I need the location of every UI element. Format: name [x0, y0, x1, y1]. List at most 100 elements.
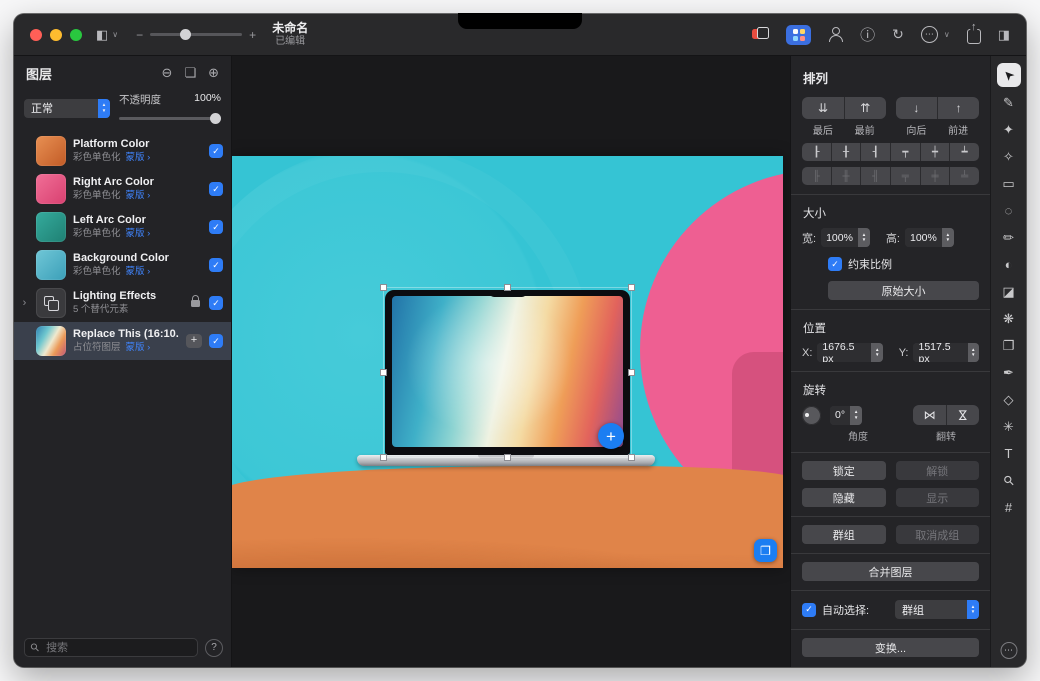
magic-wand-tool[interactable]: ✦ [997, 117, 1021, 141]
flip-vertical-button[interactable]: ⋈ [946, 405, 979, 425]
transform-button[interactable]: 变换... [802, 638, 979, 657]
more-tools-icon[interactable]: ⋯ [1000, 642, 1017, 659]
width-stepper[interactable]: 100% ▲▼ [821, 228, 870, 247]
unlock-button[interactable]: 解锁 [896, 461, 980, 480]
color-adjust-tool[interactable]: ◐ [997, 252, 1021, 276]
text-tool[interactable]: T [997, 441, 1021, 465]
bring-forward-button[interactable]: ↑ [937, 97, 979, 119]
disclosure-chevron-icon[interactable]: › [20, 297, 29, 309]
layer-mask-link[interactable]: 蒙版 › [126, 342, 151, 353]
blend-mode-dropdown[interactable]: 正常 ▲▼ [24, 99, 110, 118]
lock-button[interactable]: 锁定 [802, 461, 886, 480]
distribute-button-3[interactable]: ╤ [890, 167, 920, 185]
close-button[interactable] [30, 29, 42, 41]
zoom-in-icon[interactable]: + [249, 28, 256, 42]
layer-row[interactable]: Replace This (16:10... 占位符图层蒙版 › + ✓ [14, 322, 231, 360]
layer-visibility-checkbox[interactable]: ✓ [209, 220, 223, 234]
layer-visibility-checkbox[interactable]: ✓ [209, 182, 223, 196]
canvas[interactable]: + ❐ [232, 56, 790, 667]
layer-mask-link[interactable]: 蒙版 › [126, 190, 151, 201]
search-input[interactable] [44, 641, 191, 655]
paint-tool[interactable]: ✏ [997, 225, 1021, 249]
ungroup-button[interactable]: 取消成组 [896, 525, 980, 544]
selection-handle[interactable] [504, 454, 511, 461]
templates-grid-icon[interactable] [786, 25, 811, 45]
autoselect-checkbox[interactable]: ✓ [802, 603, 816, 617]
height-stepper[interactable]: 100% ▲▼ [905, 228, 954, 247]
arrange-tool[interactable]: ➤ [997, 63, 1021, 87]
rotate-icon[interactable]: ↻ [892, 26, 904, 43]
angle-dial[interactable] [802, 406, 821, 425]
layer-row[interactable]: Right Arc Color 彩色单色化蒙版 › ✓ [14, 170, 231, 208]
layer-add-button[interactable]: + [186, 334, 202, 348]
help-icon[interactable]: ? [205, 639, 223, 657]
selection-handle[interactable] [628, 369, 635, 376]
ellipsis-icon[interactable]: ⋯ [921, 26, 938, 43]
layer-row[interactable]: Background Color 彩色单色化蒙版 › ✓ [14, 246, 231, 284]
more-menu[interactable]: ⋯ ∨ [921, 26, 950, 43]
selection-handle[interactable] [504, 284, 511, 291]
selection-handle[interactable] [380, 284, 387, 291]
clone-tool[interactable]: ❐ [997, 333, 1021, 357]
layer-visibility-checkbox[interactable]: ✓ [209, 334, 223, 348]
layer-visibility-checkbox[interactable]: ✓ [209, 296, 223, 310]
pen-tool[interactable]: ✒ [997, 360, 1021, 384]
info-icon[interactable]: ⓘ [860, 24, 875, 45]
constrain-checkbox[interactable]: ✓ [828, 257, 842, 271]
bring-to-front-button[interactable]: ⇈ [844, 97, 886, 119]
layer-row[interactable]: Platform Color 彩色单色化蒙版 › ✓ [14, 132, 231, 170]
retouch-tool[interactable]: ❋ [997, 306, 1021, 330]
stepper-arrows-icon[interactable]: ▲▼ [968, 343, 979, 362]
zoom-slider-knob[interactable] [180, 29, 191, 40]
distribute-button-0[interactable]: ╟ [802, 167, 831, 185]
align-button-5[interactable]: ┷ [949, 143, 979, 161]
stepper-arrows-icon[interactable]: ▲▼ [967, 600, 979, 619]
distribute-button-4[interactable]: ╪ [920, 167, 950, 185]
zoom-out-icon[interactable]: − [136, 28, 143, 42]
merge-layers-button[interactable]: 合并图层 [802, 562, 979, 581]
zoom-window-button[interactable] [70, 29, 82, 41]
selection-handle[interactable] [628, 284, 635, 291]
share-icon[interactable]: ↑ [967, 29, 981, 44]
rect-select-tool[interactable]: ▭ [997, 171, 1021, 195]
crop-tool[interactable]: # [997, 495, 1021, 519]
selection-box[interactable] [383, 287, 632, 458]
search-field[interactable]: ⚲ [24, 638, 198, 657]
panel-toggle-icon[interactable]: ◨ [998, 28, 1010, 41]
align-button-4[interactable]: ┿ [920, 143, 950, 161]
selection-handle[interactable] [380, 369, 387, 376]
color-swatches-icon[interactable] [752, 27, 769, 42]
align-button-0[interactable]: ┠ [802, 143, 831, 161]
layer-row[interactable]: › Lighting Effects 5 个替代元素 ✓ [14, 284, 231, 322]
stepper-arrows-icon[interactable]: ▲▼ [942, 228, 954, 247]
layer-mask-link[interactable]: 蒙版 › [126, 266, 151, 277]
distribute-button-5[interactable]: ╧ [949, 167, 979, 185]
layer-visibility-checkbox[interactable]: ✓ [209, 258, 223, 272]
add-layer-icon[interactable]: ⊕ [208, 65, 219, 81]
selection-handle[interactable] [380, 454, 387, 461]
chevron-down-icon[interactable]: ∨ [112, 30, 118, 39]
group-button[interactable]: 群组 [802, 525, 886, 544]
remove-layer-icon[interactable]: ⊖ [162, 65, 173, 81]
x-stepper[interactable]: 1676.5 px ▲▼ [817, 343, 883, 362]
account-icon[interactable] [828, 27, 843, 42]
artwork[interactable]: + ❐ [232, 156, 783, 568]
align-button-1[interactable]: ╂ [831, 143, 861, 161]
style-tool[interactable]: ✎ [997, 90, 1021, 114]
send-backward-button[interactable]: ↓ [896, 97, 938, 119]
show-button[interactable]: 显示 [896, 488, 980, 507]
sidebar-toggle-icon[interactable]: ◧ [96, 28, 108, 41]
autoselect-dropdown[interactable]: 群组 ▲▼ [895, 600, 979, 619]
stepper-arrows-icon[interactable]: ▲▼ [871, 343, 882, 362]
flip-horizontal-button[interactable]: ⋈ [913, 405, 946, 425]
opacity-slider-knob[interactable] [210, 113, 221, 124]
layer-mask-link[interactable]: 蒙版 › [126, 228, 151, 239]
opacity-slider[interactable] [119, 113, 221, 124]
layers-stack-icon[interactable]: ❏ [184, 65, 196, 81]
align-button-3[interactable]: ┯ [890, 143, 920, 161]
free-select-tool[interactable]: ◌ [997, 198, 1021, 222]
layer-visibility-checkbox[interactable]: ✓ [209, 144, 223, 158]
zoom-tool[interactable]: ⚲ [997, 468, 1021, 492]
y-stepper[interactable]: 1517.5 px ▲▼ [913, 343, 979, 362]
zoom-slider[interactable] [150, 33, 242, 36]
